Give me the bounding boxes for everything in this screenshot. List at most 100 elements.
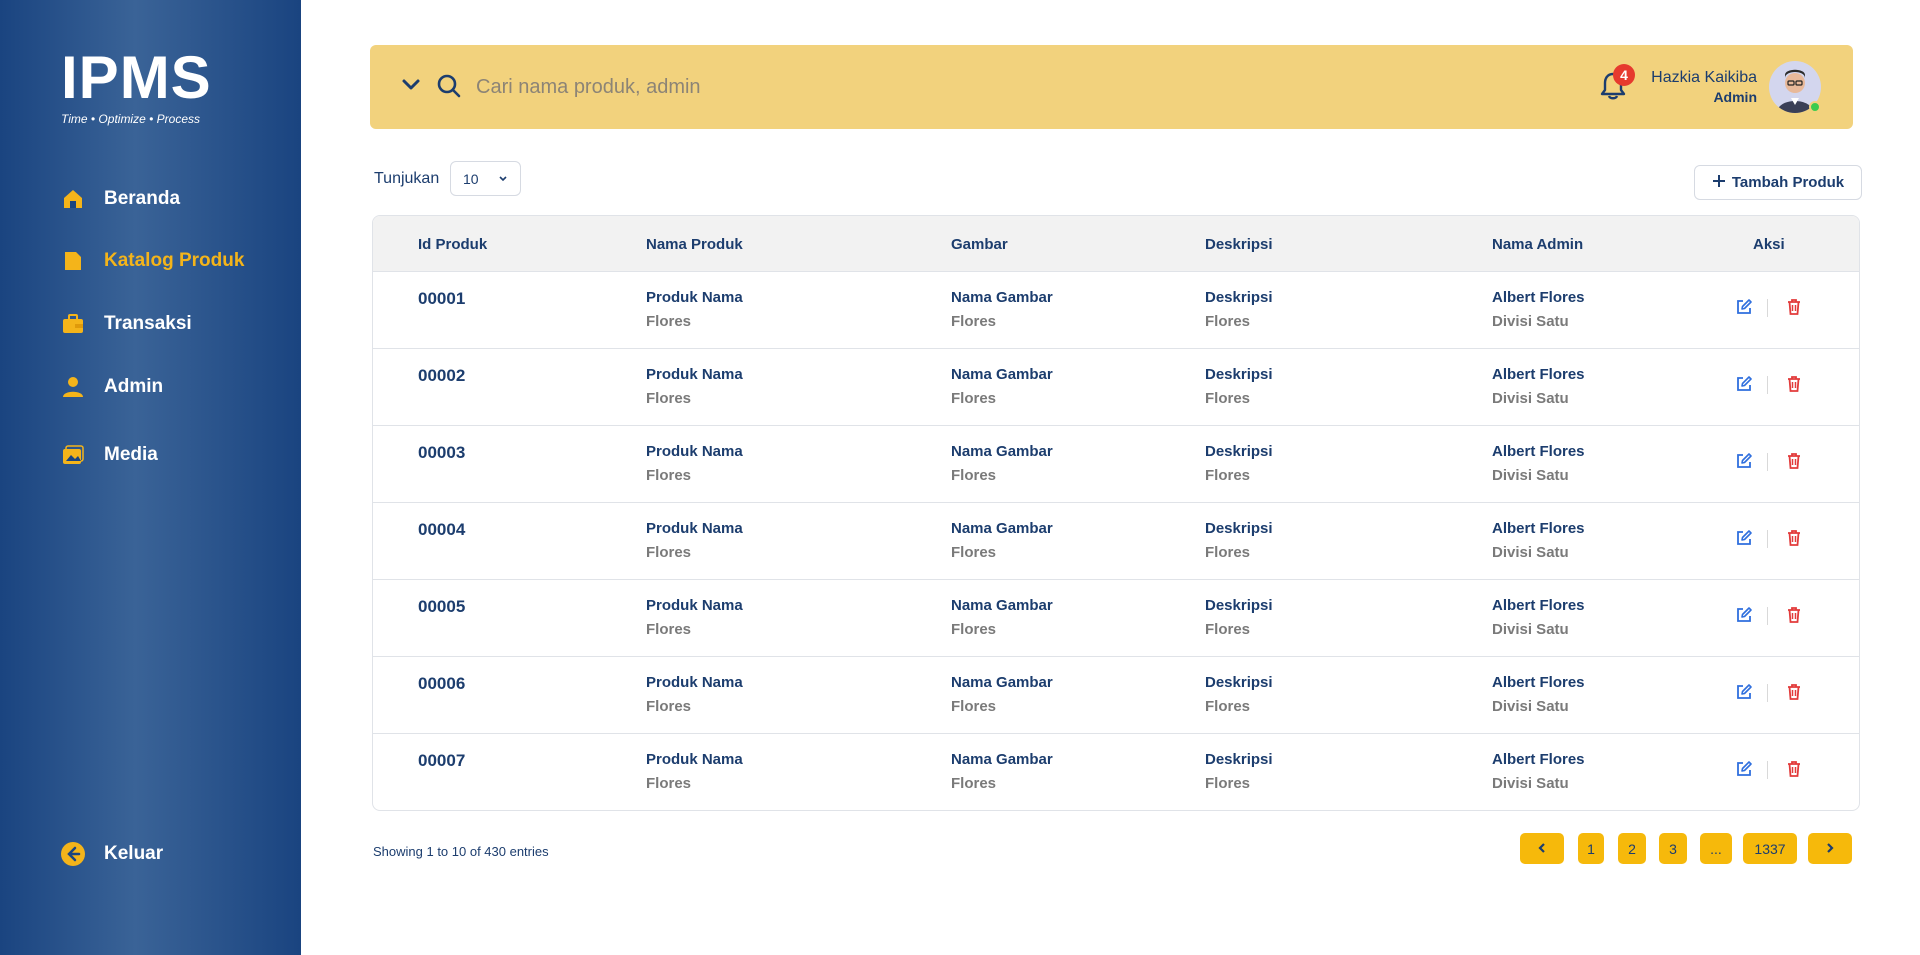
- chevron-down-icon[interactable]: [400, 73, 422, 100]
- show-entries-select[interactable]: 10: [450, 161, 521, 196]
- prev-page-button[interactable]: [1520, 833, 1564, 864]
- action-divider: [1767, 376, 1768, 394]
- chevron-left-icon: [1536, 841, 1548, 857]
- product-description-cell: Deskripsi Flores: [1205, 366, 1273, 407]
- column-header-admin: Nama Admin: [1492, 236, 1584, 253]
- column-header-name: Nama Produk: [646, 236, 743, 253]
- logout-button[interactable]: Keluar: [60, 841, 163, 867]
- show-entries-label: Tunjukan: [374, 170, 440, 187]
- sidebar-item-beranda[interactable]: Beranda: [60, 186, 180, 212]
- action-divider: [1767, 607, 1768, 625]
- page-button-1[interactable]: 1: [1578, 833, 1604, 864]
- trash-icon[interactable]: [1785, 298, 1803, 321]
- action-divider: [1767, 684, 1768, 702]
- sidebar-item-admin[interactable]: Admin: [60, 374, 163, 400]
- table-row: 00006 Produk Nama Flores Nama Gambar Flores D…: [373, 657, 1859, 734]
- product-description-cell-title: Deskripsi: [1205, 289, 1273, 306]
- product-admin-cell-subtitle: Divisi Satu: [1492, 544, 1569, 561]
- page-button-2[interactable]: 2: [1618, 833, 1646, 864]
- chevron-right-icon: [1824, 841, 1836, 857]
- product-description-cell-subtitle: Flores: [1205, 775, 1251, 792]
- product-admin-cell: Albert Flores Divisi Satu: [1492, 597, 1585, 638]
- trash-icon[interactable]: [1785, 606, 1803, 629]
- product-name-cell: Produk Nama Flores: [646, 751, 743, 792]
- product-image-cell-title: Nama Gambar: [951, 289, 1053, 306]
- page-button-last[interactable]: 1337: [1743, 833, 1797, 864]
- edit-icon[interactable]: [1735, 452, 1753, 475]
- sidebar-item-label: Admin: [104, 376, 164, 397]
- product-admin-cell-title: Albert Flores: [1492, 289, 1585, 306]
- product-id: 00003: [418, 443, 466, 462]
- sidebar: IPMS Time • Optimize • Process Beranda K…: [0, 0, 301, 955]
- edit-icon[interactable]: [1735, 298, 1753, 321]
- product-admin-cell-subtitle: Divisi Satu: [1492, 698, 1569, 715]
- product-image-cell-title: Nama Gambar: [951, 597, 1053, 614]
- media-icon: [60, 442, 86, 468]
- trash-icon[interactable]: [1785, 375, 1803, 398]
- product-description-cell: Deskripsi Flores: [1205, 674, 1273, 715]
- product-image-cell: Nama Gambar Flores: [951, 597, 1053, 638]
- trash-icon[interactable]: [1785, 452, 1803, 475]
- product-id: 00007: [418, 751, 466, 770]
- notification-badge: 4: [1613, 64, 1635, 86]
- action-divider: [1767, 530, 1768, 548]
- product-admin-cell: Albert Flores Divisi Satu: [1492, 443, 1585, 484]
- edit-icon[interactable]: [1735, 760, 1753, 783]
- table-row: 00002 Produk Nama Flores Nama Gambar Flores D…: [373, 349, 1859, 426]
- product-admin-cell: Albert Flores Divisi Satu: [1492, 520, 1585, 561]
- edit-icon[interactable]: [1735, 375, 1753, 398]
- product-admin-cell: Albert Flores Divisi Satu: [1492, 674, 1585, 715]
- product-description-cell: Deskripsi Flores: [1205, 751, 1273, 792]
- product-description-cell-title: Deskripsi: [1205, 520, 1273, 537]
- edit-icon[interactable]: [1735, 683, 1753, 706]
- product-description-cell-title: Deskripsi: [1205, 443, 1273, 460]
- product-image-cell-subtitle: Flores: [951, 467, 997, 484]
- next-page-button[interactable]: [1808, 833, 1852, 864]
- product-name-cell-title: Produk Nama: [646, 366, 743, 383]
- product-description-cell: Deskripsi Flores: [1205, 597, 1273, 638]
- trash-icon[interactable]: [1785, 683, 1803, 706]
- product-name-cell-subtitle: Flores: [646, 775, 692, 792]
- plus-icon: [1712, 174, 1726, 192]
- product-id: 00001: [418, 289, 466, 308]
- briefcase-icon: [60, 311, 86, 337]
- search-input[interactable]: [476, 67, 1076, 107]
- product-name-cell-title: Produk Nama: [646, 751, 743, 768]
- edit-icon[interactable]: [1735, 606, 1753, 629]
- product-name-cell-subtitle: Flores: [646, 467, 692, 484]
- product-admin-cell-title: Albert Flores: [1492, 520, 1585, 537]
- page-button-3[interactable]: 3: [1659, 833, 1687, 864]
- product-admin-cell-title: Albert Flores: [1492, 597, 1585, 614]
- logo-text: IPMS: [61, 44, 212, 111]
- product-image-cell: Nama Gambar Flores: [951, 751, 1053, 792]
- product-image-cell: Nama Gambar Flores: [951, 674, 1053, 715]
- table-row: 00004 Produk Nama Flores Nama Gambar Flores D…: [373, 503, 1859, 580]
- product-image-cell-title: Nama Gambar: [951, 366, 1053, 383]
- logout-label: Keluar: [104, 843, 164, 864]
- products-table: Id Produk Nama Produk Gambar Deskripsi N…: [372, 215, 1860, 811]
- logout-icon: [60, 841, 86, 867]
- product-admin-cell-subtitle: Divisi Satu: [1492, 775, 1569, 792]
- product-description-cell-title: Deskripsi: [1205, 674, 1273, 691]
- product-image-cell-subtitle: Flores: [951, 390, 997, 407]
- logo-mark: IPMS: [61, 48, 212, 108]
- show-entries-value: 10: [463, 170, 479, 187]
- product-name-cell: Produk Nama Flores: [646, 366, 743, 407]
- add-product-button[interactable]: Tambah Produk: [1694, 165, 1862, 200]
- product-admin-cell-subtitle: Divisi Satu: [1492, 467, 1569, 484]
- sidebar-item-media[interactable]: Media: [60, 442, 158, 468]
- trash-icon[interactable]: [1785, 760, 1803, 783]
- sidebar-item-katalog-produk[interactable]: Katalog Produk: [60, 248, 244, 274]
- product-image-cell-subtitle: Flores: [951, 313, 997, 330]
- product-image-cell-title: Nama Gambar: [951, 520, 1053, 537]
- page-ellipsis[interactable]: ...: [1700, 833, 1732, 864]
- edit-icon[interactable]: [1735, 529, 1753, 552]
- user-name: Hazkia Kaikiba: [1651, 69, 1757, 86]
- sidebar-item-transaksi[interactable]: Transaksi: [60, 311, 192, 337]
- home-icon: [60, 186, 86, 212]
- product-description-cell: Deskripsi Flores: [1205, 289, 1273, 330]
- product-image-cell: Nama Gambar Flores: [951, 443, 1053, 484]
- product-image-cell-subtitle: Flores: [951, 544, 997, 561]
- product-description-cell: Deskripsi Flores: [1205, 520, 1273, 561]
- trash-icon[interactable]: [1785, 529, 1803, 552]
